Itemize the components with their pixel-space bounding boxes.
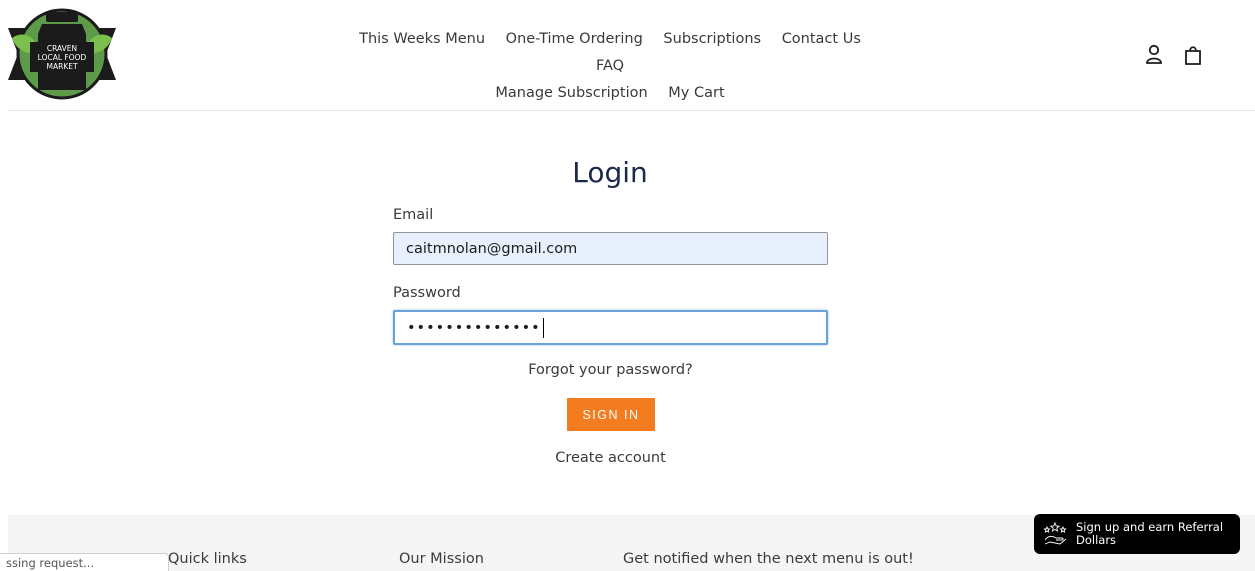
email-label: Email [393,207,434,223]
nav-contact-us[interactable]: Contact Us [782,31,861,47]
account-icon[interactable] [1144,43,1164,67]
main-nav: This Weeks Menu One-Time Ordering Subscr… [330,26,890,107]
nav-faq[interactable]: FAQ [596,58,624,74]
nav-subscriptions[interactable]: Subscriptions [663,31,761,47]
create-account-link[interactable]: Create account [393,450,828,466]
nav-manage-subscription[interactable]: Manage Subscription [495,85,647,101]
nav-row-2: Manage Subscription My Cart [330,80,890,107]
email-value: caitmnolan@gmail.com [406,240,578,257]
text-caret [542,317,544,338]
logo-line-3: MARKET [46,62,77,71]
browser-status-bar: ssing request... [0,553,169,571]
password-label: Password [393,285,461,301]
forgot-password-link[interactable]: Forgot your password? [393,362,828,378]
email-field[interactable]: caitmnolan@gmail.com [393,232,828,265]
page-title: Login [572,156,648,189]
sign-in-button[interactable]: SIGN IN [567,398,655,431]
nav-row-1: This Weeks Menu One-Time Ordering Subscr… [330,26,890,80]
stars-hand-icon [1043,521,1067,545]
nav-my-cart[interactable]: My Cart [668,85,724,101]
cart-icon[interactable] [1183,43,1203,67]
site-header: CRAVEN LOCAL FOOD MARKET This Weeks Menu… [0,0,1255,111]
nav-one-time-ordering[interactable]: One-Time Ordering [506,31,643,47]
referral-text: Sign up and earn Referral Dollars [1076,520,1224,547]
referral-widget-button[interactable]: Sign up and earn Referral Dollars [1034,514,1240,554]
craven-local-food-market-logo[interactable]: CRAVEN LOCAL FOOD MARKET [6,8,118,100]
footer-notify-heading: Get notified when the next menu is out! [623,551,914,567]
footer-mission-heading: Our Mission [399,551,484,567]
password-value: •••••••••••••• [407,319,541,336]
header-divider [8,110,1255,111]
nav-this-weeks-menu[interactable]: This Weeks Menu [359,31,485,47]
logo-line-1: CRAVEN [47,44,77,53]
password-field[interactable]: •••••••••••••• [393,310,828,345]
logo-line-2: LOCAL FOOD [38,53,87,62]
footer-quick-links-heading: Quick links [168,551,247,567]
